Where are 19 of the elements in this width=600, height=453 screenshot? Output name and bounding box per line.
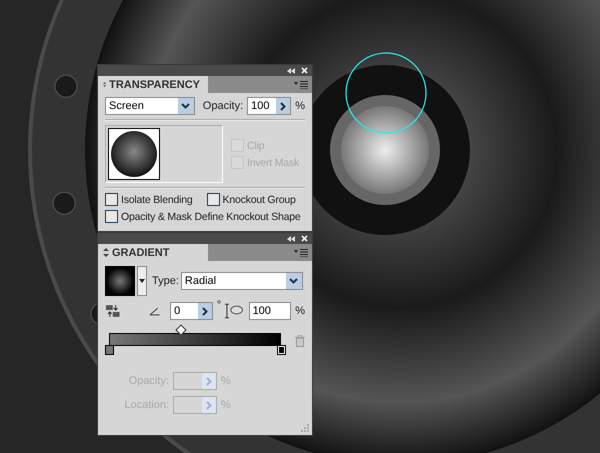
percent-label: %	[295, 100, 305, 112]
panel-title: TRANSPARENCY	[109, 78, 200, 90]
opacity-label: Opacity:	[202, 100, 244, 112]
percent-label: %	[221, 399, 231, 411]
opacity-field[interactable]: 100	[247, 97, 292, 115]
type-label: Type:	[152, 275, 179, 287]
panel-tab[interactable]: GRADIENT	[98, 244, 208, 261]
panel-title: GRADIENT	[112, 246, 170, 258]
panel-tab[interactable]: TRANSPARENCY	[98, 76, 208, 93]
blend-mode-dropdown[interactable]: Screen	[105, 97, 195, 115]
checkbox[interactable]: Opacity & Mask Define Knockout Shape	[105, 210, 301, 223]
degree-label: °	[216, 299, 222, 311]
checkbox[interactable]: Isolate Blending	[105, 193, 193, 206]
aspect-ratio-field[interactable]: 100	[248, 302, 292, 320]
gradient-type-dropdown[interactable]: Radial	[180, 272, 303, 290]
percent-label: %	[295, 305, 306, 317]
checkbox[interactable]: Knockout Group	[206, 193, 296, 206]
angle-field[interactable]: 0	[170, 302, 213, 320]
percent-label: %	[221, 375, 231, 387]
